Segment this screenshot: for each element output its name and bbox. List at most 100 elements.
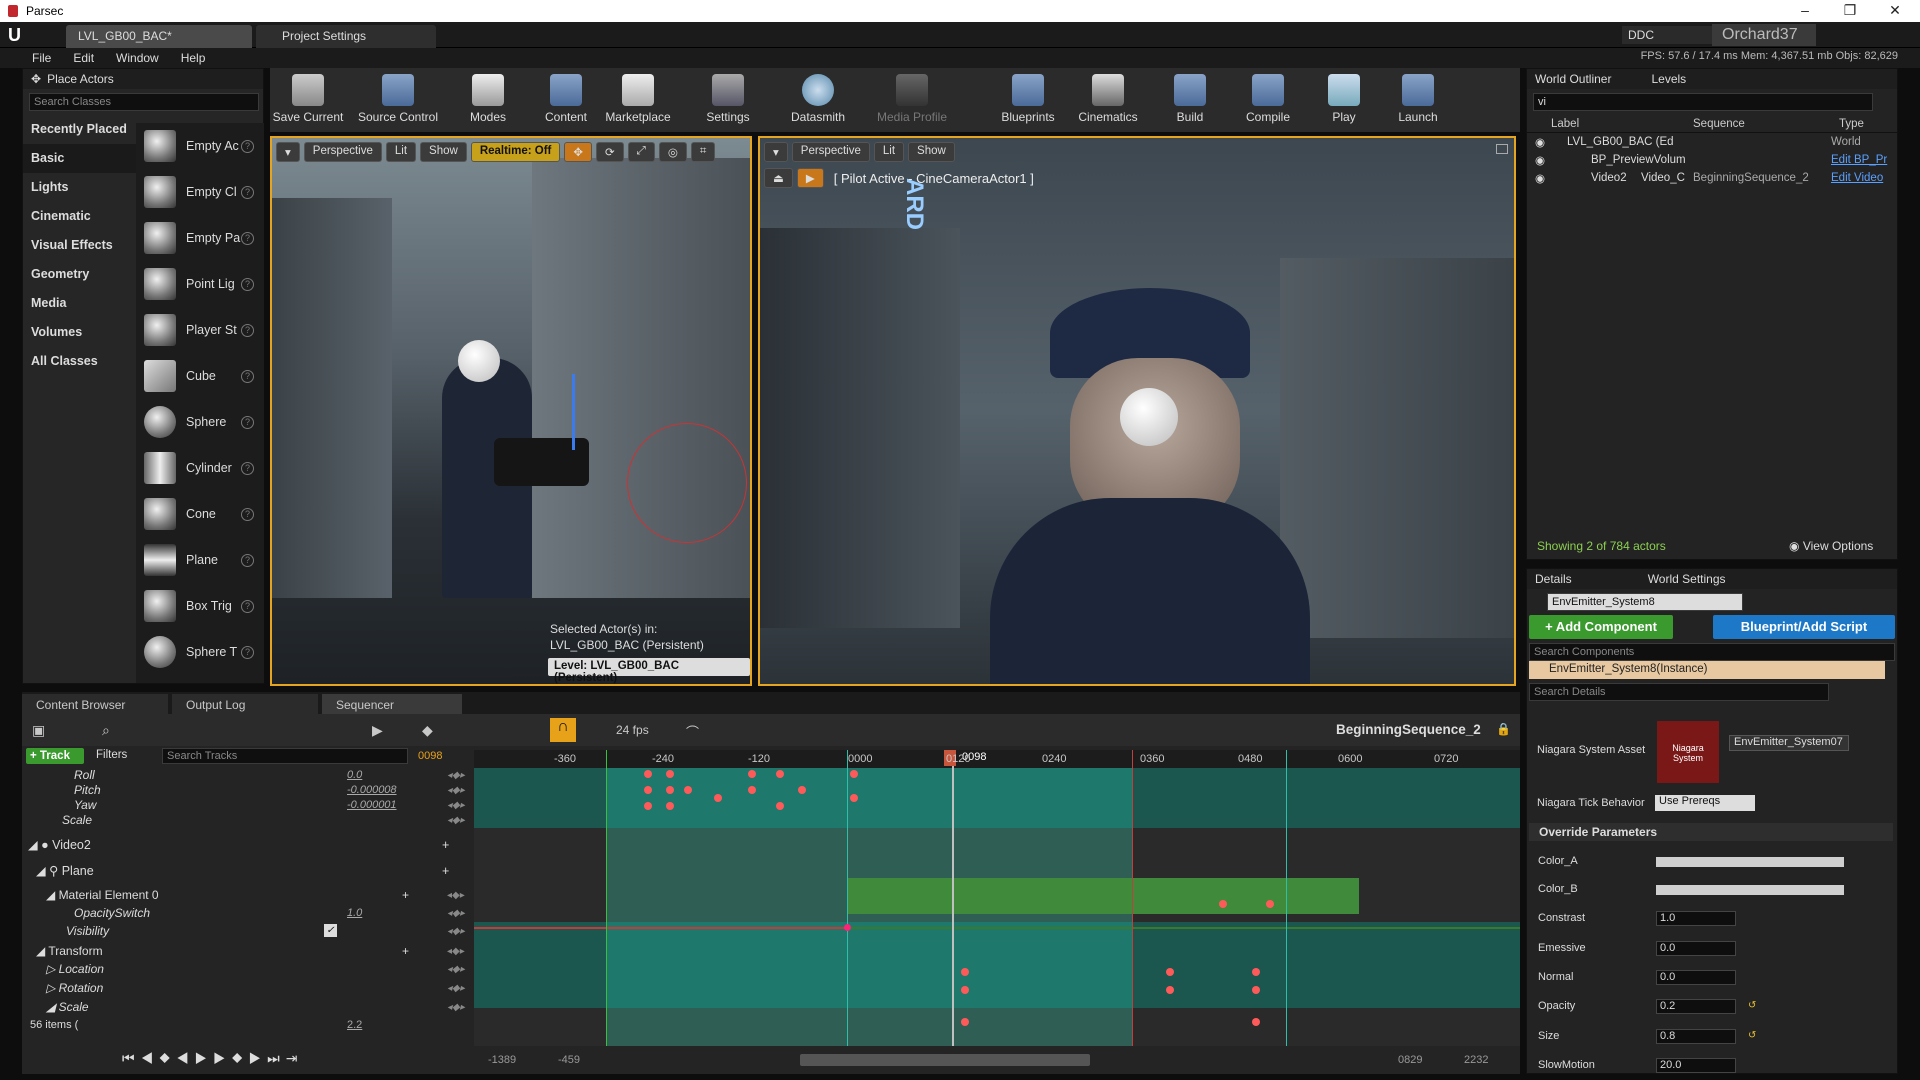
eye-icon[interactable]: ◉	[1535, 135, 1545, 149]
tab-levels[interactable]: Levels	[1651, 72, 1686, 86]
key-controls-icon[interactable]: ◂◆▸	[447, 768, 465, 783]
help-icon[interactable]: ?	[241, 369, 254, 383]
key-controls-icon[interactable]: ◂◆▸	[447, 783, 465, 798]
key-controls-icon[interactable]: ◂◆▸	[447, 813, 465, 828]
close-icon[interactable]: ✕	[1875, 0, 1915, 22]
mark-a[interactable]	[847, 750, 848, 1046]
track-roll[interactable]: Roll 0.0 ◂◆▸	[22, 768, 492, 783]
expand-icon[interactable]: ◢	[36, 944, 48, 958]
keyframe[interactable]	[666, 770, 674, 778]
key-controls-icon[interactable]: ◂◆▸	[447, 906, 465, 921]
menu-window[interactable]: Window	[116, 51, 159, 65]
track-visibility[interactable]: Visibility ✓ ◂◆▸	[22, 924, 492, 939]
world-icon[interactable]: ◎	[658, 142, 687, 162]
keyframe[interactable]	[850, 794, 858, 802]
cinematics-button[interactable]: Cinematics	[1070, 72, 1146, 130]
color-b-swatch[interactable]	[1656, 885, 1844, 895]
tab-output-log[interactable]: Output Log	[172, 694, 318, 714]
snap-icon[interactable]: ⌗	[690, 142, 716, 162]
actor-item[interactable]: Empty Pa?	[136, 215, 264, 261]
key-controls-icon[interactable]: ◂◆▸	[447, 981, 465, 996]
search-details-input[interactable]: Search Details	[1529, 683, 1829, 701]
help-icon[interactable]: ?	[241, 599, 254, 613]
keyframe[interactable]	[1266, 900, 1274, 908]
keyframe[interactable]	[1252, 968, 1260, 976]
add-component-button[interactable]: + Add Component	[1529, 615, 1673, 639]
minimize-icon[interactable]: –	[1785, 0, 1825, 22]
items-count[interactable]: 56 items (2.2	[22, 1018, 492, 1033]
blueprints-button[interactable]: Blueprints	[990, 72, 1066, 130]
expand-icon[interactable]: ▷	[46, 981, 59, 995]
modes-button[interactable]: Modes	[450, 72, 526, 130]
track-video2[interactable]: ◢ ● Video2 +	[22, 838, 492, 856]
category-visual-effects[interactable]: Visual Effects	[23, 231, 136, 260]
help-icon[interactable]: ?	[241, 461, 254, 475]
param-normal-value[interactable]: 0.0	[1656, 970, 1736, 985]
outliner-row[interactable]: ◉ LVL_GB00_BAC (Ed World	[1527, 133, 1897, 151]
keyframe[interactable]	[684, 786, 692, 794]
category-all-classes[interactable]: All Classes	[23, 347, 136, 376]
keyframe[interactable]	[1252, 1018, 1260, 1026]
help-icon[interactable]: ?	[241, 553, 254, 567]
current-frame-field[interactable]: 0098	[418, 750, 442, 762]
keyframe[interactable]	[850, 770, 858, 778]
category-cinematic[interactable]: Cinematic	[23, 202, 136, 231]
add-icon[interactable]: +	[442, 864, 449, 879]
param-contrast-value[interactable]: 1.0	[1656, 911, 1736, 926]
track-pitch[interactable]: Pitch -0.000008 ◂◆▸	[22, 783, 492, 798]
category-recently-placed[interactable]: Recently Placed	[23, 115, 136, 144]
niagara-thumbnail[interactable]: Niagara System	[1657, 721, 1719, 783]
expand-icon[interactable]: ◢ ⚲	[36, 864, 62, 878]
key-controls-icon[interactable]: ◂◆▸	[447, 962, 465, 977]
viewport-menu-button[interactable]: ▾	[276, 142, 300, 162]
keyframe[interactable]	[798, 786, 806, 794]
snap-magnet-icon[interactable]: ∩	[550, 718, 576, 742]
category-media[interactable]: Media	[23, 289, 136, 318]
actor-item[interactable]: Empty Ac?	[136, 123, 264, 169]
track-location[interactable]: ▷ Location ◂◆▸	[22, 962, 492, 977]
outliner-search-input[interactable]: vi	[1533, 93, 1873, 111]
tab-project-settings[interactable]: Project Settings	[256, 25, 436, 48]
search-tracks-input[interactable]: Search Tracks	[162, 748, 408, 764]
keyframe[interactable]	[666, 786, 674, 794]
param-emessive-value[interactable]: 0.0	[1656, 941, 1736, 956]
source-control-button[interactable]: Source Control	[354, 72, 442, 130]
translate-icon[interactable]: ✥	[564, 142, 593, 162]
track-yaw[interactable]: Yaw -0.000001 ◂◆▸	[22, 798, 492, 813]
tab-sequencer[interactable]: Sequencer	[322, 694, 462, 714]
track-scale-2[interactable]: ◢ Scale ◂◆▸	[22, 1000, 492, 1015]
track-value[interactable]: -0.000001	[347, 798, 397, 813]
search-classes-input[interactable]: Search Classes	[29, 93, 259, 111]
tab-world-settings[interactable]: World Settings	[1648, 572, 1726, 586]
curve-editor-icon[interactable]: ⌒	[686, 722, 699, 741]
keyframe[interactable]	[644, 786, 652, 794]
play-button[interactable]: Play	[1306, 72, 1382, 130]
material-section[interactable]	[847, 878, 1359, 914]
transport-controls[interactable]: ⏮◀◆◀▶▶◆▶⏭⇥	[122, 1050, 303, 1067]
expand-icon[interactable]: ◢	[46, 888, 59, 902]
visibility-checkbox[interactable]: ✓	[324, 924, 337, 937]
key-icon[interactable]: ◆	[422, 722, 433, 739]
search-components-input[interactable]: Search Components	[1529, 643, 1895, 661]
help-icon[interactable]: ?	[241, 507, 254, 521]
track-material-element[interactable]: ◢ Material Element 0 + ◂◆▸	[22, 888, 492, 903]
playback-range-end[interactable]: 0829	[1398, 1054, 1422, 1066]
outliner-row[interactable]: ◉ Video2 Video_C BeginningSequence_2 Edi…	[1527, 169, 1897, 187]
track-value[interactable]: -0.000008	[347, 783, 397, 798]
actor-item[interactable]: Plane?	[136, 537, 264, 583]
actor-item[interactable]: Cylinder?	[136, 445, 264, 491]
param-opacity-value[interactable]: 0.2	[1656, 999, 1736, 1014]
override-parameters-header[interactable]: Override Parameters	[1529, 823, 1893, 841]
tab-content-browser[interactable]: Content Browser	[22, 694, 168, 714]
keyframe[interactable]	[961, 968, 969, 976]
add-icon[interactable]: +	[402, 888, 409, 903]
add-icon[interactable]: +	[402, 944, 409, 959]
tab-world-outliner[interactable]: World Outliner	[1535, 72, 1611, 86]
restore-icon[interactable]: ❐	[1830, 0, 1870, 22]
keyframe[interactable]	[1166, 986, 1174, 994]
eye-icon[interactable]: ◉	[1535, 171, 1545, 185]
compile-button[interactable]: Compile	[1230, 72, 1306, 130]
keyframe[interactable]	[1252, 986, 1260, 994]
track-transform[interactable]: ◢ Transform + ◂◆▸	[22, 944, 492, 959]
outliner-row-type[interactable]: Edit BP_Pr	[1831, 154, 1887, 166]
